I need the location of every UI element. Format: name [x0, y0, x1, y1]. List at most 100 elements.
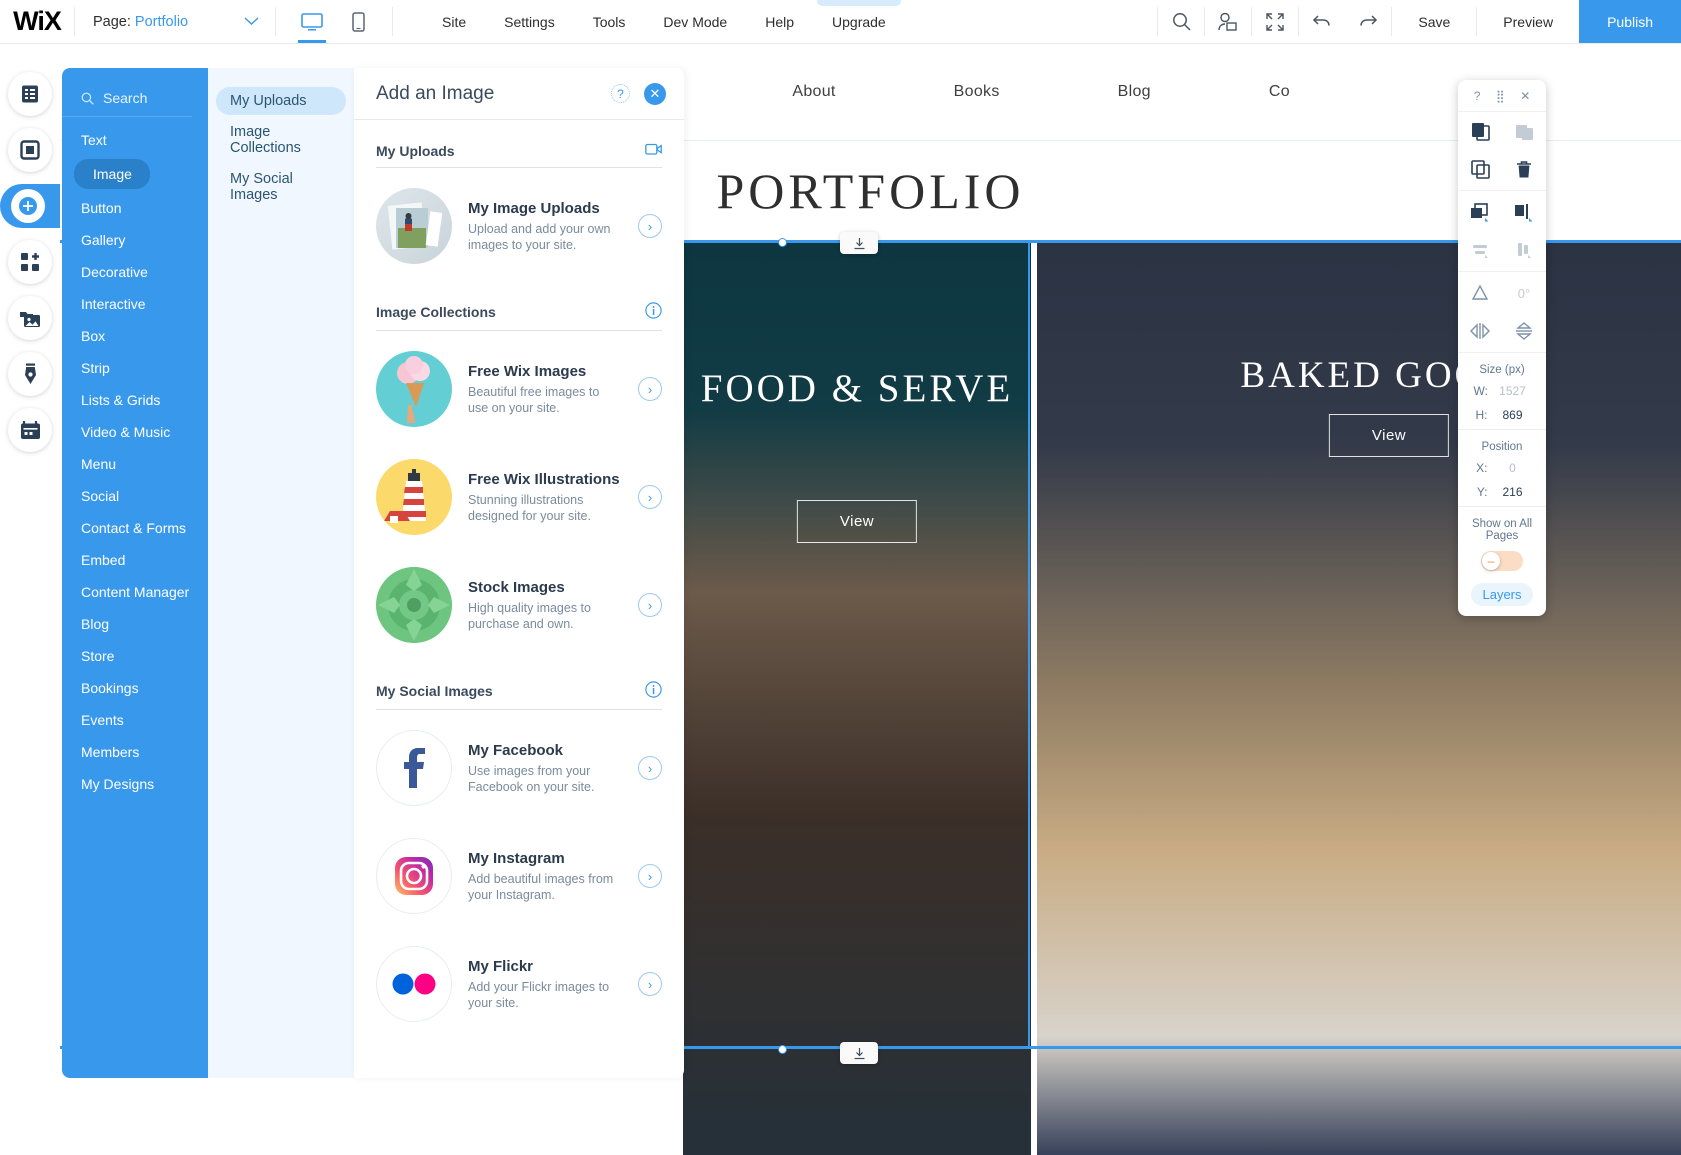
rotate-button[interactable]	[1458, 274, 1502, 312]
list-item[interactable]: Free Wix Images Beautiful free images to…	[376, 335, 662, 443]
height-value[interactable]: 869	[1495, 408, 1531, 422]
width-field[interactable]: W: 1527	[1458, 379, 1546, 403]
tab-image-collections[interactable]: Image Collections	[216, 118, 346, 162]
category-decorative[interactable]: Decorative	[62, 257, 200, 287]
chevron-right-icon[interactable]: ›	[638, 593, 662, 617]
drag-dots-icon[interactable]: ⣿	[1496, 89, 1505, 103]
sidebar-item-background[interactable]	[8, 128, 52, 172]
chevron-right-icon[interactable]: ›	[638, 485, 662, 509]
search-input[interactable]: Search	[62, 84, 192, 117]
category-embed[interactable]: Embed	[62, 545, 200, 575]
desktop-view-button[interactable]	[296, 1, 328, 43]
x-field[interactable]: X: 0	[1458, 456, 1546, 480]
site-nav-books[interactable]: Books	[895, 83, 1059, 101]
category-store[interactable]: Store	[62, 641, 200, 671]
info-icon[interactable]	[645, 302, 662, 322]
category-blog[interactable]: Blog	[62, 609, 200, 639]
list-item[interactable]: Stock Images High quality images to purc…	[376, 551, 662, 659]
x-value[interactable]: 0	[1495, 461, 1531, 475]
height-field[interactable]: H: 869	[1458, 403, 1546, 427]
collaborators-button[interactable]	[1205, 0, 1251, 43]
preview-button[interactable]: Preview	[1477, 0, 1579, 43]
sidebar-item-my-uploads[interactable]	[8, 296, 52, 340]
category-interactive[interactable]: Interactive	[62, 289, 200, 319]
close-icon[interactable]: ✕	[1520, 89, 1530, 103]
category-members[interactable]: Members	[62, 737, 200, 767]
tab-my-social-images[interactable]: My Social Images	[216, 165, 346, 209]
menu-site[interactable]: Site	[423, 0, 485, 44]
category-lists-grids[interactable]: Lists & Grids	[62, 385, 200, 415]
sidebar-item-add-elements[interactable]	[0, 184, 60, 228]
search-button[interactable]	[1158, 0, 1204, 43]
category-contact-forms[interactable]: Contact & Forms	[62, 513, 200, 543]
site-nav-contact[interactable]: Co	[1210, 83, 1349, 101]
site-nav-blog[interactable]: Blog	[1059, 83, 1210, 101]
save-button[interactable]: Save	[1392, 0, 1476, 43]
list-item[interactable]: My Flickr Add your Flickr images to your…	[376, 930, 662, 1038]
tile-view-button[interactable]: View	[796, 500, 918, 543]
category-my-designs[interactable]: My Designs	[62, 769, 200, 799]
category-social[interactable]: Social	[62, 481, 200, 511]
info-icon[interactable]	[645, 681, 662, 701]
show-on-all-pages-toggle[interactable]	[1481, 551, 1523, 571]
align-horizontal-button[interactable]	[1458, 231, 1502, 269]
align-vertical-button[interactable]	[1502, 231, 1546, 269]
attach-to-button[interactable]	[1502, 193, 1546, 231]
category-bookings[interactable]: Bookings	[62, 673, 200, 703]
close-icon[interactable]: ✕	[644, 82, 666, 105]
width-value[interactable]: 1527	[1495, 384, 1531, 398]
copy-style-button[interactable]	[1458, 112, 1502, 150]
redo-button[interactable]	[1345, 0, 1391, 43]
list-item[interactable]: My Instagram Add beautiful images from y…	[376, 822, 662, 930]
flip-vertical-button[interactable]	[1502, 312, 1546, 350]
category-strip[interactable]: Strip	[62, 353, 200, 383]
list-item[interactable]: My Image Uploads Upload and add your own…	[376, 172, 662, 280]
category-menu[interactable]: Menu	[62, 449, 200, 479]
tile-view-button[interactable]: View	[1328, 414, 1450, 457]
category-content-manager[interactable]: Content Manager	[62, 577, 200, 607]
category-image[interactable]: Image	[74, 159, 150, 189]
rotation-value[interactable]: 0°	[1502, 274, 1546, 312]
delete-button[interactable]	[1502, 150, 1546, 188]
wix-logo[interactable]: WiX	[0, 0, 74, 43]
sidebar-item-bookings[interactable]	[8, 408, 52, 452]
tile-baked-goods[interactable]: BAKED GOODS View	[1037, 242, 1681, 1155]
selection-handle-top[interactable]	[778, 238, 787, 247]
paste-style-button[interactable]	[1502, 112, 1546, 150]
menu-upgrade[interactable]: Upgrade	[813, 0, 905, 44]
help-question-icon[interactable]: ?	[1474, 89, 1481, 103]
help-question-icon[interactable]: ?	[611, 84, 630, 103]
mobile-view-button[interactable]	[342, 1, 374, 43]
arrange-layers-button[interactable]	[1458, 193, 1502, 231]
chevron-right-icon[interactable]: ›	[638, 756, 662, 780]
zoom-out-button[interactable]	[1252, 0, 1298, 43]
category-button[interactable]: Button	[62, 193, 200, 223]
y-field[interactable]: Y: 216	[1458, 480, 1546, 504]
publish-button[interactable]: Publish	[1579, 0, 1681, 43]
undo-button[interactable]	[1299, 0, 1345, 43]
stretch-handle-bottom[interactable]	[840, 1042, 878, 1064]
upload-media-icon[interactable]	[645, 142, 662, 159]
list-item[interactable]: Free Wix Illustrations Stunning illustra…	[376, 443, 662, 551]
tile-food-and-serve[interactable]: FOOD & SERVE View	[683, 242, 1031, 1155]
chevron-right-icon[interactable]: ›	[638, 972, 662, 996]
page-selector[interactable]: Page: Portfolio	[75, 0, 275, 43]
category-box[interactable]: Box	[62, 321, 200, 351]
sidebar-item-add-apps[interactable]	[8, 240, 52, 284]
category-events[interactable]: Events	[62, 705, 200, 735]
y-value[interactable]: 216	[1495, 485, 1531, 499]
menu-dev-mode[interactable]: Dev Mode	[644, 0, 746, 44]
chevron-right-icon[interactable]: ›	[638, 377, 662, 401]
chevron-right-icon[interactable]: ›	[638, 214, 662, 238]
site-nav-about[interactable]: About	[733, 83, 894, 101]
category-text[interactable]: Text	[62, 125, 200, 155]
stretch-handle-top[interactable]	[840, 232, 878, 254]
menu-help[interactable]: Help	[746, 0, 813, 44]
category-video-music[interactable]: Video & Music	[62, 417, 200, 447]
menu-tools[interactable]: Tools	[574, 0, 645, 44]
menu-settings[interactable]: Settings	[485, 0, 574, 44]
sidebar-item-menus-pages[interactable]	[8, 72, 52, 116]
sidebar-item-blog-pen[interactable]	[8, 352, 52, 396]
list-item[interactable]: My Facebook Use images from your Faceboo…	[376, 714, 662, 822]
duplicate-button[interactable]	[1458, 150, 1502, 188]
